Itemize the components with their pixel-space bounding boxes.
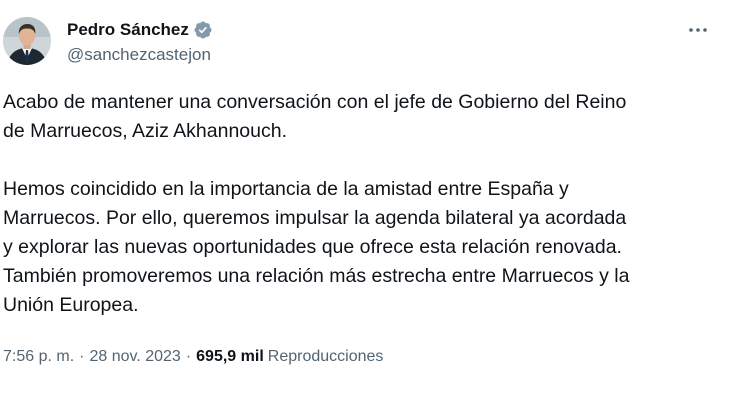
author-name-row: Pedro Sánchez (67, 19, 213, 41)
meta-separator: · (79, 348, 85, 365)
ellipsis-icon (689, 28, 707, 32)
tweet-text: Acabo de mantener una conversación con e… (3, 88, 718, 320)
tweet-date: 28 nov. 2023 (89, 348, 181, 365)
tweet: Pedro Sánchez @sanchezcastejon Acabo de … (0, 0, 733, 406)
avatar-photo (3, 17, 51, 65)
tweet-metadata: 7:56 p. m. · 28 nov. 2023 · 695,9 mil Repr… (3, 345, 383, 369)
author-display-name[interactable]: Pedro Sánchez (67, 19, 189, 41)
author-handle[interactable]: @sanchezcastejon (67, 44, 211, 66)
more-options-button[interactable] (684, 18, 712, 42)
tweet-time: 7:56 p. m. (3, 348, 75, 365)
views-label: Reproducciones (267, 348, 384, 365)
tweet-paragraph: Hemos coincidido en la importancia de la… (3, 178, 630, 316)
tweet-timestamp[interactable]: 7:56 p. m. · 28 nov. 2023 (3, 348, 181, 366)
avatar[interactable] (3, 17, 51, 65)
views-count[interactable]: 695,9 mil (196, 348, 264, 366)
verified-badge-icon (193, 20, 213, 40)
meta-separator: · (185, 348, 192, 365)
tweet-paragraph: Acabo de mantener una conversación con e… (3, 91, 627, 142)
